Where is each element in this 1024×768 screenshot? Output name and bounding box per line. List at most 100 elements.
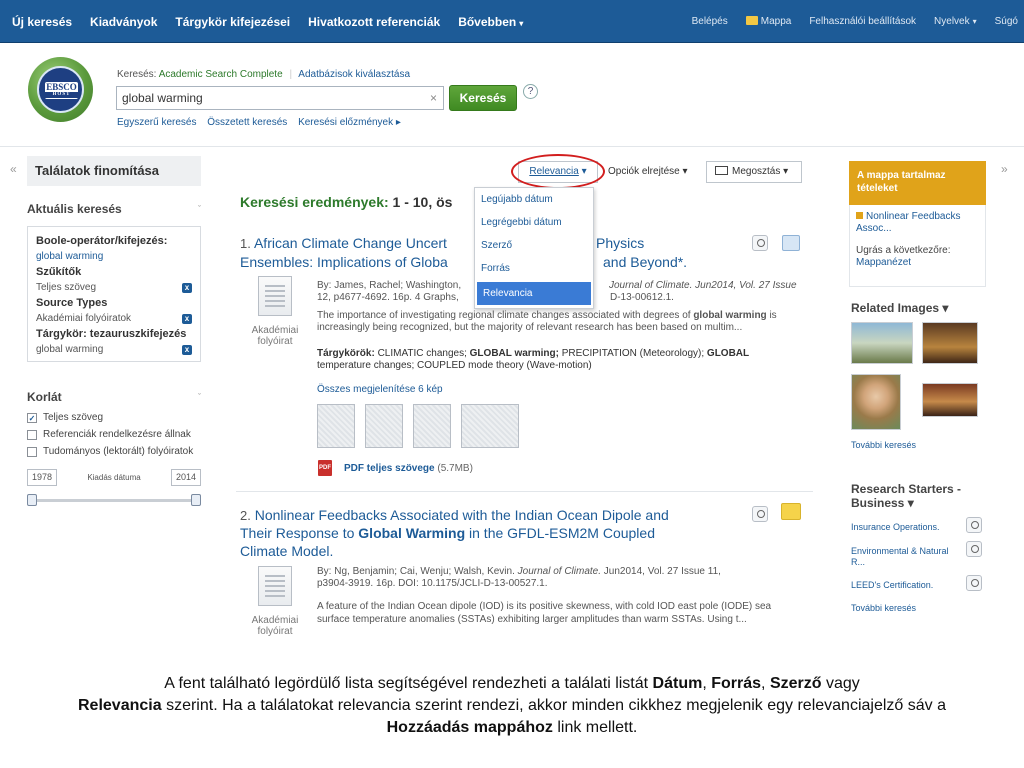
remove-icon[interactable] bbox=[856, 212, 863, 219]
nav-subject-terms[interactable]: Tárgykör kifejezései bbox=[175, 15, 290, 29]
nav-preferences[interactable]: Felhasználói beállítások bbox=[809, 16, 916, 27]
preview-icon[interactable] bbox=[752, 235, 768, 251]
result-2-title-line1[interactable]: 2. Nonlinear Feedbacks Associated with t… bbox=[240, 507, 669, 524]
result-2-title-line2[interactable]: Their Response to Global Warming in the … bbox=[240, 525, 655, 542]
in-folder-icon[interactable] bbox=[781, 503, 801, 520]
search-button[interactable]: Keresés bbox=[449, 85, 517, 111]
limit-full-text[interactable]: ✓ Teljes szöveg bbox=[27, 412, 201, 423]
current-search-header[interactable]: Aktuális keresés ˇ bbox=[27, 202, 201, 216]
nav-sign-in[interactable]: Belépés bbox=[692, 16, 728, 27]
related-images-title[interactable]: Related Images ▾ bbox=[851, 301, 948, 315]
nav-publications[interactable]: Kiadványok bbox=[90, 15, 157, 29]
result-1-meta-d: D-13-00612.1. bbox=[610, 292, 674, 303]
caption-bold: Relevancia bbox=[78, 697, 162, 714]
sort-option-oldest[interactable]: Legrégebbi dátum bbox=[475, 211, 593, 234]
sort-dropdown[interactable]: Relevancia ▾ bbox=[518, 161, 598, 183]
nav-languages[interactable]: Nyelvek ▾ bbox=[934, 16, 977, 27]
collapse-right-icon[interactable]: » bbox=[1001, 162, 1008, 176]
related-image[interactable] bbox=[851, 374, 901, 430]
folder-item[interactable]: Nonlinear Feedbacks Assoc... bbox=[856, 211, 979, 235]
folder-view-link[interactable]: Mappanézet bbox=[856, 257, 979, 269]
help-icon[interactable]: ? bbox=[523, 84, 538, 99]
slider-handle-start[interactable] bbox=[27, 494, 37, 506]
limit-references[interactable]: Referenciák rendelkezésre állnak bbox=[27, 429, 201, 440]
pdf-icon[interactable]: PDF bbox=[318, 460, 332, 476]
nav-cited-references[interactable]: Hivatkozott referenciák bbox=[308, 15, 440, 29]
preview-icon[interactable] bbox=[966, 575, 982, 591]
title-text: Their Response to bbox=[240, 525, 355, 541]
figure-thumbnail[interactable] bbox=[413, 404, 451, 448]
result-1-title-b[interactable]: Physics bbox=[596, 235, 644, 252]
advanced-search-link[interactable]: Összetett keresés bbox=[207, 117, 287, 128]
search-input[interactable] bbox=[117, 87, 417, 109]
research-starters-title[interactable]: Research Starters - Business ▾ bbox=[851, 482, 991, 510]
remove-icon[interactable]: x bbox=[182, 313, 192, 324]
source-type-value: Akadémiai folyóiratok bbox=[36, 313, 132, 324]
result-1-title-c[interactable]: Ensembles: Implications of Globa bbox=[240, 254, 448, 271]
nav-help[interactable]: Súgó bbox=[995, 16, 1018, 27]
date-to-input[interactable]: 2014 bbox=[171, 469, 201, 486]
divider: | bbox=[289, 69, 293, 80]
logo-host: HOST bbox=[45, 92, 78, 98]
abstract-highlight: global warming bbox=[693, 310, 767, 321]
related-image[interactable] bbox=[922, 322, 978, 364]
result-1-title-d[interactable]: and Beyond*. bbox=[603, 254, 687, 271]
preview-icon[interactable] bbox=[752, 506, 768, 522]
result-2-title-line3[interactable]: Climate Model. bbox=[240, 543, 333, 560]
choose-databases-link[interactable]: Adatbázisok kiválasztása bbox=[298, 69, 410, 80]
remove-icon[interactable]: x bbox=[182, 282, 192, 293]
show-all-images-link[interactable]: Összes megjelenítése 6 kép bbox=[317, 384, 443, 395]
nav-folder-label: Mappa bbox=[760, 16, 792, 27]
limit-option-label: Tudományos (lektorált) folyóiratok bbox=[43, 446, 194, 457]
preview-icon[interactable] bbox=[966, 517, 982, 533]
share-button[interactable]: Megosztás ▾ bbox=[706, 161, 802, 183]
pdf-full-text-link[interactable]: PDF teljes szövege (5.7MB) bbox=[344, 463, 473, 474]
database-line: Keresés: Academic Search Complete | Adat… bbox=[117, 69, 410, 80]
collapse-left-icon[interactable]: « bbox=[10, 162, 17, 176]
title-text: in the GFDL-ESM2M Coupled bbox=[469, 525, 655, 541]
checkbox-checked[interactable]: ✓ bbox=[27, 413, 37, 423]
folder-has-items-header: A mappa tartalmaz tételeket bbox=[849, 161, 986, 205]
limit-peer-reviewed[interactable]: Tudományos (lektorált) folyóiratok bbox=[27, 446, 201, 457]
research-starter-link[interactable]: Insurance Operations. bbox=[851, 522, 940, 532]
sort-option-newest[interactable]: Legújabb dátum bbox=[475, 188, 593, 211]
chevron-down-icon: ▾ bbox=[942, 301, 949, 315]
related-image[interactable] bbox=[851, 322, 913, 364]
hide-options[interactable]: Opciók elrejtése ▾ bbox=[608, 161, 688, 183]
search-history-link[interactable]: Keresési előzmények ▸ bbox=[298, 117, 401, 128]
remove-icon[interactable]: x bbox=[182, 344, 192, 355]
limit-header[interactable]: Korlát ˇ bbox=[27, 390, 201, 404]
basic-search-link[interactable]: Egyszerű keresés bbox=[117, 117, 196, 128]
chevron-down-icon: ˇ bbox=[198, 392, 201, 402]
related-images-more-link[interactable]: További keresés bbox=[851, 440, 916, 450]
research-starter-link[interactable]: Environmental & Natural R... bbox=[851, 546, 956, 568]
sort-option-source[interactable]: Forrás bbox=[475, 257, 593, 280]
checkbox[interactable] bbox=[27, 447, 37, 457]
current-search-box: Boole-operátor/kifejezés: global warming… bbox=[27, 226, 201, 362]
search-box: × bbox=[116, 86, 444, 110]
boole-value[interactable]: global warming bbox=[36, 251, 103, 262]
checkbox[interactable] bbox=[27, 430, 37, 440]
left-sidebar: Találatok finomítása Aktuális keresés ˇ … bbox=[27, 156, 201, 506]
add-to-folder-icon[interactable] bbox=[782, 235, 800, 251]
figure-thumbnail[interactable] bbox=[461, 404, 519, 448]
header-divider bbox=[0, 146, 1024, 147]
figure-thumbnail[interactable] bbox=[365, 404, 403, 448]
nav-new-search[interactable]: Új keresés bbox=[12, 15, 72, 29]
research-starter-link[interactable]: LEED's Certification. bbox=[851, 580, 933, 590]
slider-handle-end[interactable] bbox=[191, 494, 201, 506]
slider-track bbox=[31, 499, 197, 502]
preview-icon[interactable] bbox=[966, 541, 982, 557]
nav-folder[interactable]: Mappa bbox=[745, 16, 792, 27]
clear-icon[interactable]: × bbox=[430, 91, 437, 105]
figure-thumbnail[interactable] bbox=[317, 404, 355, 448]
research-starters-more-link[interactable]: További keresés bbox=[851, 603, 916, 613]
result-1-title-a[interactable]: African Climate Change Uncert bbox=[254, 235, 447, 251]
result-divider bbox=[236, 491, 813, 492]
related-image[interactable] bbox=[922, 383, 978, 417]
date-from-input[interactable]: 1978 bbox=[27, 469, 57, 486]
sort-option-author[interactable]: Szerző bbox=[475, 234, 593, 257]
nav-more[interactable]: Bővebben ▾ bbox=[458, 15, 523, 29]
sort-option-relevance[interactable]: Relevancia bbox=[477, 282, 591, 305]
ebsco-logo[interactable]: EBSCO HOST bbox=[28, 57, 93, 122]
